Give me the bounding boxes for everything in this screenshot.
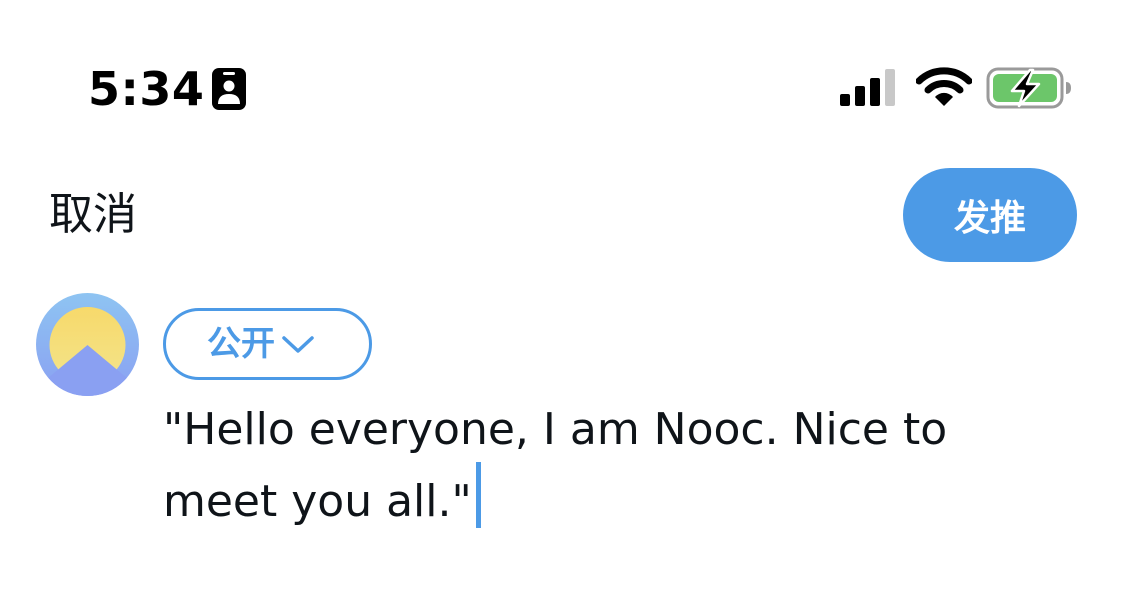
wifi-icon — [916, 67, 972, 106]
chevron-down-icon — [282, 336, 314, 353]
avatar[interactable] — [36, 293, 139, 396]
text-cursor — [475, 462, 481, 528]
status-time: 5:34 — [88, 62, 205, 116]
tweet-text: "Hello everyone, I am Nooc. Nice to meet… — [163, 404, 962, 527]
audience-label: 公开 — [207, 324, 275, 364]
status-bar: 5:34 — [0, 0, 1125, 150]
id-card-icon — [212, 68, 246, 110]
tweet-text-input[interactable]: "Hello everyone, I am Nooc. Nice to meet… — [163, 398, 1063, 534]
cellular-signal-icon — [840, 69, 895, 106]
cancel-button[interactable]: 取消 — [49, 186, 137, 244]
audience-selector-button[interactable]: 公开 — [163, 308, 372, 380]
post-button[interactable]: 发推 — [903, 168, 1077, 262]
battery-charging-icon — [986, 67, 1071, 109]
